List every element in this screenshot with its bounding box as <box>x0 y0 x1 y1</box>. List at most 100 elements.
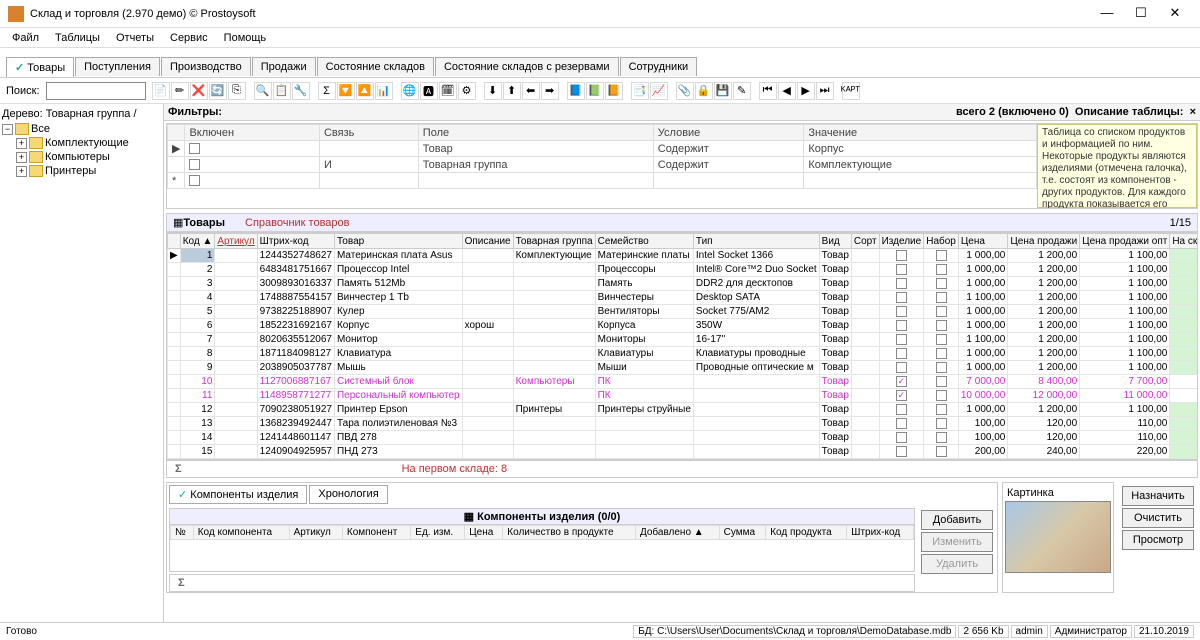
components-grid[interactable]: ▦ Компоненты изделия (0/0) №Код компонен… <box>169 508 915 572</box>
collapse-icon[interactable]: − <box>2 124 13 135</box>
search-label: Поиск: <box>6 85 40 97</box>
search-input[interactable] <box>46 82 146 100</box>
table-row[interactable]: 59738225188907КулерВентиляторыSocket 775… <box>168 305 1199 319</box>
desc-label: Описание таблицы: <box>1075 106 1184 118</box>
toolbar-button[interactable]: 🔧 <box>292 82 310 100</box>
minimize-button[interactable]: — <box>1090 3 1124 25</box>
components-title: Компоненты изделия (0/0) <box>477 511 620 523</box>
status-date: 21.10.2019 <box>1134 625 1194 638</box>
main-tabs: ТоварыПоступленияПроизводствоПродажиСост… <box>0 54 1200 78</box>
toolbar-button[interactable]: 📘 <box>567 82 585 100</box>
menu-Отчеты[interactable]: Отчеты <box>110 30 160 46</box>
table-row[interactable]: 81871184098127КлавиатураКлавиатурыКлавиа… <box>168 347 1199 361</box>
toolbar-button[interactable]: ▶ <box>797 82 815 100</box>
menubar: ФайлТаблицыОтчетыСервисПомощь <box>0 28 1200 48</box>
toolbar-button[interactable]: ⬇ <box>484 82 502 100</box>
folder-icon <box>29 151 43 163</box>
toolbar-button[interactable]: ⎘ <box>228 82 246 100</box>
toolbar-button[interactable]: 📋 <box>273 82 291 100</box>
tab-3[interactable]: Продажи <box>252 57 316 76</box>
toolbar-button[interactable]: 🗓 <box>439 82 457 100</box>
toolbar-button[interactable]: 📑 <box>631 82 649 100</box>
close-icon[interactable]: × <box>1190 106 1196 118</box>
toolbar-button[interactable]: ❌ <box>190 82 208 100</box>
table-row[interactable]: ▶11244352748627Материнская плата AsusКом… <box>168 249 1199 263</box>
bottom-tab-0[interactable]: Компоненты изделия <box>169 485 307 504</box>
table-row[interactable]: 101127006887167Системный блокКомпьютерыП… <box>168 375 1199 389</box>
toolbar-button[interactable]: ᴷᴬᴾᵀ <box>842 82 860 100</box>
toolbar-button[interactable]: ⬆ <box>503 82 521 100</box>
toolbar-button[interactable]: ➡ <box>541 82 559 100</box>
tree-item[interactable]: Комплектующие <box>45 137 129 149</box>
goods-grid[interactable]: Код ▲АртикулШтрих-кодТоварОписаниеТоварн… <box>166 232 1198 460</box>
tab-4[interactable]: Состояние складов <box>317 57 434 76</box>
components-title-icon: ▦ <box>464 511 474 523</box>
expand-icon[interactable]: + <box>16 152 27 163</box>
expand-icon[interactable]: + <box>16 166 27 177</box>
toolbar-button[interactable]: 🔽 <box>337 82 355 100</box>
toolbar-button[interactable]: ⏮ <box>759 82 777 100</box>
menu-Помощь[interactable]: Помощь <box>218 30 273 46</box>
table-row[interactable]: 26483481751667Процессор IntelПроцессорыI… <box>168 263 1199 277</box>
table-row[interactable]: 151240904925957ПНД 273Товар200,00240,002… <box>168 445 1199 459</box>
toolbar-button[interactable]: 💾 <box>714 82 732 100</box>
toolbar-button[interactable]: 🅰 <box>420 82 438 100</box>
toolbar-button[interactable]: 🔍 <box>254 82 272 100</box>
expand-icon[interactable]: + <box>16 138 27 149</box>
toolbar-button[interactable]: 📗 <box>586 82 604 100</box>
filters-count: всего 2 (включено 0) <box>956 106 1069 118</box>
tab-0[interactable]: Товары <box>6 57 74 77</box>
toolbar-button[interactable]: 📎 <box>676 82 694 100</box>
tree-item[interactable]: Принтеры <box>45 165 96 177</box>
tree-root[interactable]: Все <box>31 123 50 135</box>
close-button[interactable]: ✕ <box>1158 3 1192 25</box>
filters-grid[interactable]: ВключенСвязьПолеУсловиеЗначение▶ТоварСод… <box>167 124 1037 208</box>
toolbar-button[interactable]: 📙 <box>605 82 623 100</box>
tab-2[interactable]: Производство <box>161 57 251 76</box>
folder-icon <box>29 165 43 177</box>
edit-button[interactable]: Изменить <box>921 532 993 552</box>
toolbar-button[interactable]: ✏ <box>171 82 189 100</box>
toolbar-button[interactable]: ⏭ <box>816 82 834 100</box>
table-row[interactable]: 78020635512067МониторМониторы16-17''Това… <box>168 333 1199 347</box>
table-row[interactable]: 127090238051927Принтер EpsonПринтерыПрин… <box>168 403 1199 417</box>
toolbar-button[interactable]: ✎ <box>733 82 751 100</box>
menu-Таблицы[interactable]: Таблицы <box>49 30 106 46</box>
toolbar-button[interactable]: 🔄 <box>209 82 227 100</box>
window-title: Склад и торговля (2.970 демо) © Prostoys… <box>30 8 1090 20</box>
add-button[interactable]: Добавить <box>921 510 993 530</box>
status-size: 2 656 Kb <box>958 625 1008 638</box>
toolbar-button[interactable]: ⬅ <box>522 82 540 100</box>
toolbar-button[interactable]: 🌐 <box>401 82 419 100</box>
table-row[interactable]: 92038905037787МышьМышиПроводные оптическ… <box>168 361 1199 375</box>
table-row[interactable]: 111148958771277Персональный компьютерПКТ… <box>168 389 1199 403</box>
toolbar-button[interactable]: 🔒 <box>695 82 713 100</box>
menu-Сервис[interactable]: Сервис <box>164 30 214 46</box>
tab-1[interactable]: Поступления <box>75 57 160 76</box>
table-row[interactable]: 41748887554157Винчестер 1 TbВинчестерыDe… <box>168 291 1199 305</box>
toolbar-button[interactable]: ⚙ <box>458 82 476 100</box>
delete-button[interactable]: Удалить <box>921 554 993 574</box>
table-row[interactable]: 131368239492447Тара полиэтиленовая №3Тов… <box>168 417 1199 431</box>
toolbar-button[interactable]: ◀ <box>778 82 796 100</box>
maximize-button[interactable]: ☐ <box>1124 3 1158 25</box>
toolbar-button[interactable]: 📈 <box>650 82 668 100</box>
filters-label: Фильтры: <box>168 106 222 118</box>
menu-Файл[interactable]: Файл <box>6 30 45 46</box>
sigma-icon: Σ <box>175 463 182 475</box>
toolbar-button[interactable]: 🔼 <box>356 82 374 100</box>
table-row[interactable]: 61852231692167КорпусхорошКорпуса350WТова… <box>168 319 1199 333</box>
toolbar-button[interactable]: 📄 <box>152 82 170 100</box>
product-image[interactable] <box>1005 501 1111 573</box>
table-row[interactable]: 141241448601147ПВД 278Товар100,00120,001… <box>168 431 1199 445</box>
bottom-tab-1[interactable]: Хронология <box>309 485 387 504</box>
assign-button[interactable]: Назначить <box>1122 486 1194 506</box>
view-button[interactable]: Просмотр <box>1122 530 1194 550</box>
tab-5[interactable]: Состояние складов с резервами <box>435 57 619 76</box>
table-row[interactable]: 33009893016337Память 512MbПамятьDDR2 для… <box>168 277 1199 291</box>
clear-button[interactable]: Очистить <box>1122 508 1194 528</box>
tab-6[interactable]: Сотрудники <box>620 57 698 76</box>
toolbar-button[interactable]: Σ <box>318 82 336 100</box>
toolbar-button[interactable]: 📊 <box>375 82 393 100</box>
tree-item[interactable]: Компьютеры <box>45 151 110 163</box>
